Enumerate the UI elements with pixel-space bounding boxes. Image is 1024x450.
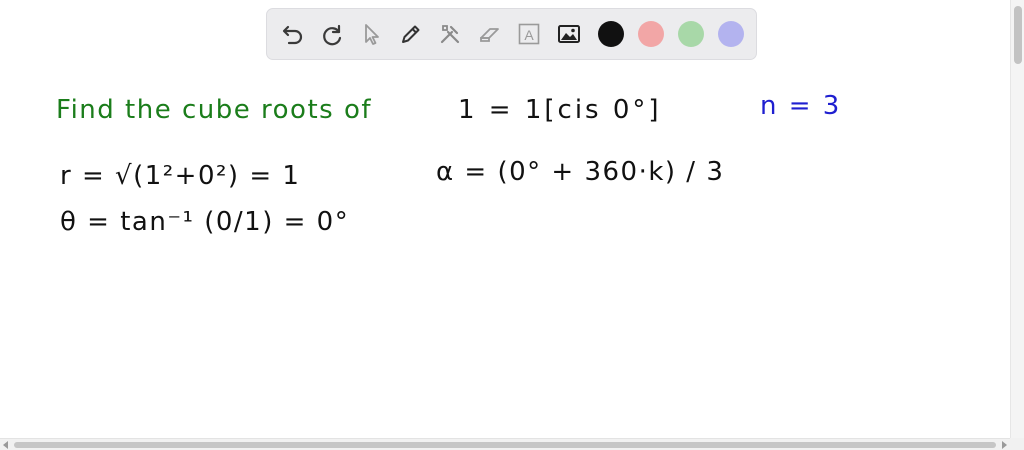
- pen-icon: [402, 25, 420, 43]
- select-button[interactable]: [356, 18, 388, 50]
- ink-line3: θ = tan⁻¹ (0/1) = 0°: [60, 207, 349, 237]
- image-icon: [558, 25, 580, 43]
- drawing-toolbar: A: [266, 8, 757, 60]
- undo-button[interactable]: [277, 18, 309, 50]
- vertical-scroll-thumb[interactable]: [1014, 6, 1022, 64]
- scroll-right-arrow-icon[interactable]: [1002, 441, 1007, 449]
- redo-button[interactable]: [316, 18, 348, 50]
- color-green-swatch[interactable]: [678, 21, 704, 47]
- tools-icon: [440, 25, 460, 44]
- text-icon: A: [518, 23, 540, 45]
- tools-button[interactable]: [434, 18, 466, 50]
- image-button[interactable]: [553, 18, 585, 50]
- ink-line1-green: Find the cube roots of: [56, 95, 372, 125]
- eraser-button[interactable]: [474, 18, 506, 50]
- undo-icon: [282, 25, 303, 45]
- ink-line1-black: 1 = 1[cis 0°]: [458, 95, 662, 125]
- pen-button[interactable]: [395, 18, 427, 50]
- color-pink-swatch[interactable]: [638, 21, 664, 47]
- horizontal-scroll-thumb[interactable]: [14, 442, 996, 448]
- text-button[interactable]: A: [513, 18, 545, 50]
- eraser-icon: [480, 28, 499, 42]
- horizontal-scrollbar[interactable]: [0, 438, 1010, 450]
- scrollbar-corner: [1010, 438, 1024, 450]
- color-black-swatch[interactable]: [598, 21, 624, 47]
- ink-line1-blue: n = 3: [760, 91, 841, 121]
- ink-line2-alpha: α = (0° + 360·k) / 3: [436, 157, 724, 187]
- whiteboard-canvas[interactable]: Find the cube roots of 1 = 1[cis 0°] n =…: [0, 62, 1008, 437]
- scroll-left-arrow-icon[interactable]: [3, 441, 8, 449]
- color-blue-swatch[interactable]: [718, 21, 744, 47]
- handwritten-ink: Find the cube roots of 1 = 1[cis 0°] n =…: [56, 91, 841, 237]
- ink-line2: r = √(1²+0²) = 1: [60, 161, 300, 191]
- svg-text:A: A: [524, 27, 534, 43]
- select-pointer-icon: [365, 24, 379, 45]
- redo-icon: [323, 24, 342, 46]
- vertical-scrollbar[interactable]: [1010, 0, 1024, 438]
